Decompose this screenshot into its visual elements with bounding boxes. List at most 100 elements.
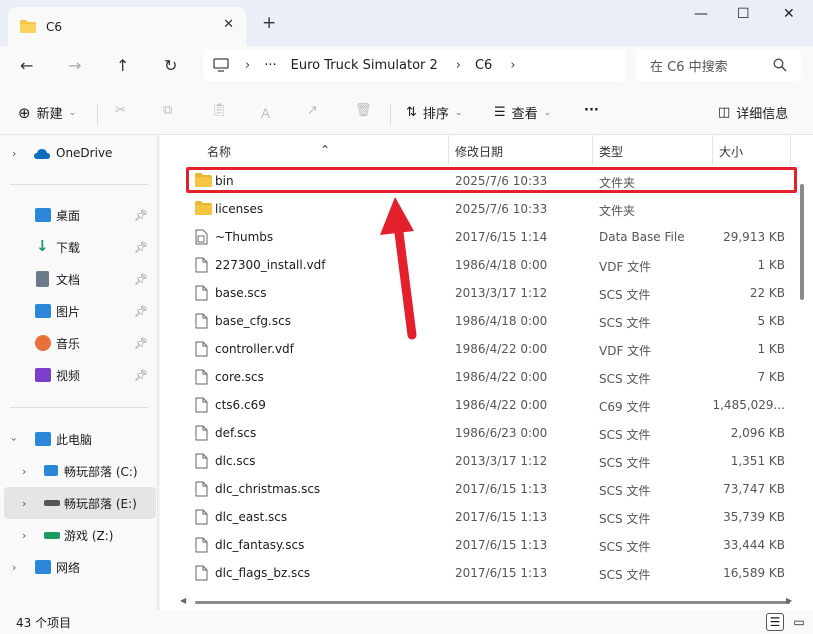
column-header-date[interactable]: 修改日期 xyxy=(455,143,503,160)
sidebar-label: 音乐 xyxy=(56,336,81,351)
file-row[interactable]: bin 2025/7/6 10:33 文件夹 xyxy=(190,167,800,195)
file-icon xyxy=(195,369,208,385)
scroll-right-icon[interactable]: ▶ xyxy=(786,596,792,605)
sidebar-item-videos[interactable]: 视频 📌︎ xyxy=(0,359,156,391)
column-divider[interactable] xyxy=(790,135,791,165)
file-row[interactable]: core.scs 1986/4/22 0:00 SCS 文件 7 KB xyxy=(190,363,800,391)
red-arrow-annotation xyxy=(380,197,417,340)
column-divider[interactable] xyxy=(592,135,593,165)
file-row[interactable]: base.scs 2013/3/17 1:12 SCS 文件 22 KB xyxy=(190,279,800,307)
file-type: VDF 文件 xyxy=(599,260,652,274)
file-type: SCS 文件 xyxy=(599,540,651,554)
sidebar-item-documents[interactable]: 文档 📌︎ xyxy=(0,263,156,295)
sidebar-item-drive-e[interactable]: › 畅玩部落 (E:) xyxy=(4,487,156,519)
sidebar-item-downloads[interactable]: ↓ 下载 📌︎ xyxy=(0,231,156,263)
scroll-left-icon[interactable]: ◀ xyxy=(180,596,186,605)
paste-icon[interactable]: 📋︎ xyxy=(211,103,228,118)
cut-icon[interactable]: ✂ xyxy=(115,103,126,118)
pin-icon[interactable]: 📌︎ xyxy=(134,241,148,254)
address-bar[interactable]: › ··· Euro Truck Simulator 2 › C6 › xyxy=(203,49,626,81)
file-row[interactable]: dlc_fantasy.scs 2017/6/15 1:13 SCS 文件 33,44… xyxy=(190,531,800,559)
file-icon xyxy=(195,537,208,553)
close-window-icon[interactable]: ✕ xyxy=(783,6,795,22)
column-header-type[interactable]: 类型 xyxy=(599,143,623,160)
rename-icon[interactable]: Ａ xyxy=(259,103,272,122)
new-button[interactable]: ⊕ 新建 ⌄ xyxy=(18,103,77,123)
file-row[interactable]: cts6.c69 1986/4/22 0:00 C69 文件 1,485,029... xyxy=(190,391,800,419)
sidebar-item-network[interactable]: › 网络 xyxy=(0,551,156,583)
share-icon[interactable]: ↗ xyxy=(307,103,318,118)
column-header-size[interactable]: 大小 xyxy=(719,143,743,160)
file-type: SCS 文件 xyxy=(599,372,651,386)
file-size: 73,747 KB xyxy=(723,482,785,496)
file-row[interactable]: dlc_east.scs 2017/6/15 1:13 SCS 文件 35,739 K… xyxy=(190,503,800,531)
refresh-icon[interactable]: ↻ xyxy=(164,56,177,75)
new-label: 新建 xyxy=(36,107,63,122)
pin-icon[interactable]: 📌︎ xyxy=(134,337,148,350)
file-name: dlc_christmas.scs xyxy=(215,482,321,496)
sort-label: 排序 xyxy=(422,107,449,122)
file-row[interactable]: base_cfg.scs 1986/4/18 0:00 SCS 文件 5 KB xyxy=(190,307,800,335)
file-row[interactable]: dlc_flags_bz.scs 2017/6/15 1:13 SCS 文件 16,5… xyxy=(190,559,800,587)
sort-button[interactable]: ⇅ 排序 ⌄ xyxy=(406,103,462,122)
minimize-icon[interactable]: — xyxy=(694,6,708,22)
sidebar-item-desktop[interactable]: 桌面 📌︎ xyxy=(0,199,156,231)
more-options-icon[interactable]: ··· xyxy=(584,103,599,118)
file-row[interactable]: def.scs 1986/6/23 0:00 SCS 文件 2,096 KB xyxy=(190,419,800,447)
copy-icon[interactable]: ⧉ xyxy=(163,103,172,118)
folder-icon xyxy=(195,201,212,215)
delete-icon[interactable]: 🗑︎ xyxy=(355,103,372,118)
chevron-right-icon: › xyxy=(12,146,17,160)
sidebar-item-onedrive[interactable]: › OneDrive xyxy=(0,137,156,169)
sidebar-label: OneDrive xyxy=(56,146,113,160)
view-label: 查看 xyxy=(511,107,538,122)
pin-icon[interactable]: 📌︎ xyxy=(134,273,148,286)
chevron-down-icon: ⌄ xyxy=(543,107,552,118)
file-row[interactable]: ~Thumbs 2017/6/15 1:14 Data Base File 29,91… xyxy=(190,223,800,251)
forward-arrow-icon[interactable]: → xyxy=(68,56,81,75)
pin-icon[interactable]: 📌︎ xyxy=(134,209,148,222)
file-date: 2025/7/6 10:33 xyxy=(455,202,548,216)
vertical-scrollbar[interactable] xyxy=(800,184,804,300)
column-header-name[interactable]: 名称 xyxy=(207,143,231,160)
sidebar-item-drive-c[interactable]: › 畅玩部落 (C:) xyxy=(0,455,156,487)
file-row[interactable]: controller.vdf 1986/4/22 0:00 VDF 文件 1 KB xyxy=(190,335,800,363)
file-size: 22 KB xyxy=(749,286,785,300)
sidebar-label: 视频 xyxy=(56,368,81,383)
pin-icon[interactable]: 📌︎ xyxy=(134,305,148,318)
search-input[interactable]: 在 C6 中搜索 xyxy=(636,49,801,81)
file-type: SCS 文件 xyxy=(599,288,651,302)
sidebar-item-music[interactable]: 音乐 📌︎ xyxy=(0,327,156,359)
new-tab-icon[interactable]: + xyxy=(262,13,276,33)
tab-close-icon[interactable]: ✕ xyxy=(223,17,234,32)
divider xyxy=(390,103,391,125)
back-arrow-icon[interactable]: ← xyxy=(20,56,33,75)
up-arrow-icon[interactable]: ↑ xyxy=(116,56,129,75)
file-icon xyxy=(195,453,208,469)
sidebar-item-pictures[interactable]: 图片 📌︎ xyxy=(0,295,156,327)
sidebar-item-drive-z[interactable]: › 游戏 (Z:) xyxy=(0,519,156,551)
breadcrumb-more[interactable]: ··· xyxy=(264,58,276,73)
file-type: VDF 文件 xyxy=(599,344,652,358)
pictures-icon xyxy=(35,304,51,318)
tab-c6[interactable]: C6 ✕ xyxy=(8,7,246,46)
file-row[interactable]: dlc.scs 2013/3/17 1:12 SCS 文件 1,351 KB xyxy=(190,447,800,475)
breadcrumb-c6[interactable]: C6 xyxy=(475,58,492,73)
column-divider[interactable] xyxy=(448,135,449,165)
chevron-down-icon: ⌄ xyxy=(68,107,77,118)
breadcrumb-euro-truck[interactable]: Euro Truck Simulator 2 xyxy=(291,58,438,73)
file-row[interactable]: dlc_christmas.scs 2017/6/15 1:13 SCS 文件 73,… xyxy=(190,475,800,503)
maximize-icon[interactable]: ☐ xyxy=(737,6,750,22)
tiles-view-icon[interactable]: ▭ xyxy=(790,613,808,631)
details-button[interactable]: ◫ 详细信息 xyxy=(718,103,788,122)
pin-icon[interactable]: 📌︎ xyxy=(134,369,148,382)
horizontal-scrollbar[interactable] xyxy=(195,601,790,604)
details-view-icon[interactable]: ☰ xyxy=(766,613,784,631)
file-row[interactable]: 227300_install.vdf 1986/4/18 0:00 VDF 文件 1 … xyxy=(190,251,800,279)
file-row[interactable]: licenses 2025/7/6 10:33 文件夹 xyxy=(190,195,800,223)
file-name: def.scs xyxy=(215,426,257,440)
column-divider[interactable] xyxy=(712,135,713,165)
file-date: 2025/7/6 10:33 xyxy=(455,174,548,188)
sidebar-item-this-pc[interactable]: › 此电脑 xyxy=(0,423,156,455)
view-button[interactable]: ☰ 查看 ⌄ xyxy=(494,103,551,122)
